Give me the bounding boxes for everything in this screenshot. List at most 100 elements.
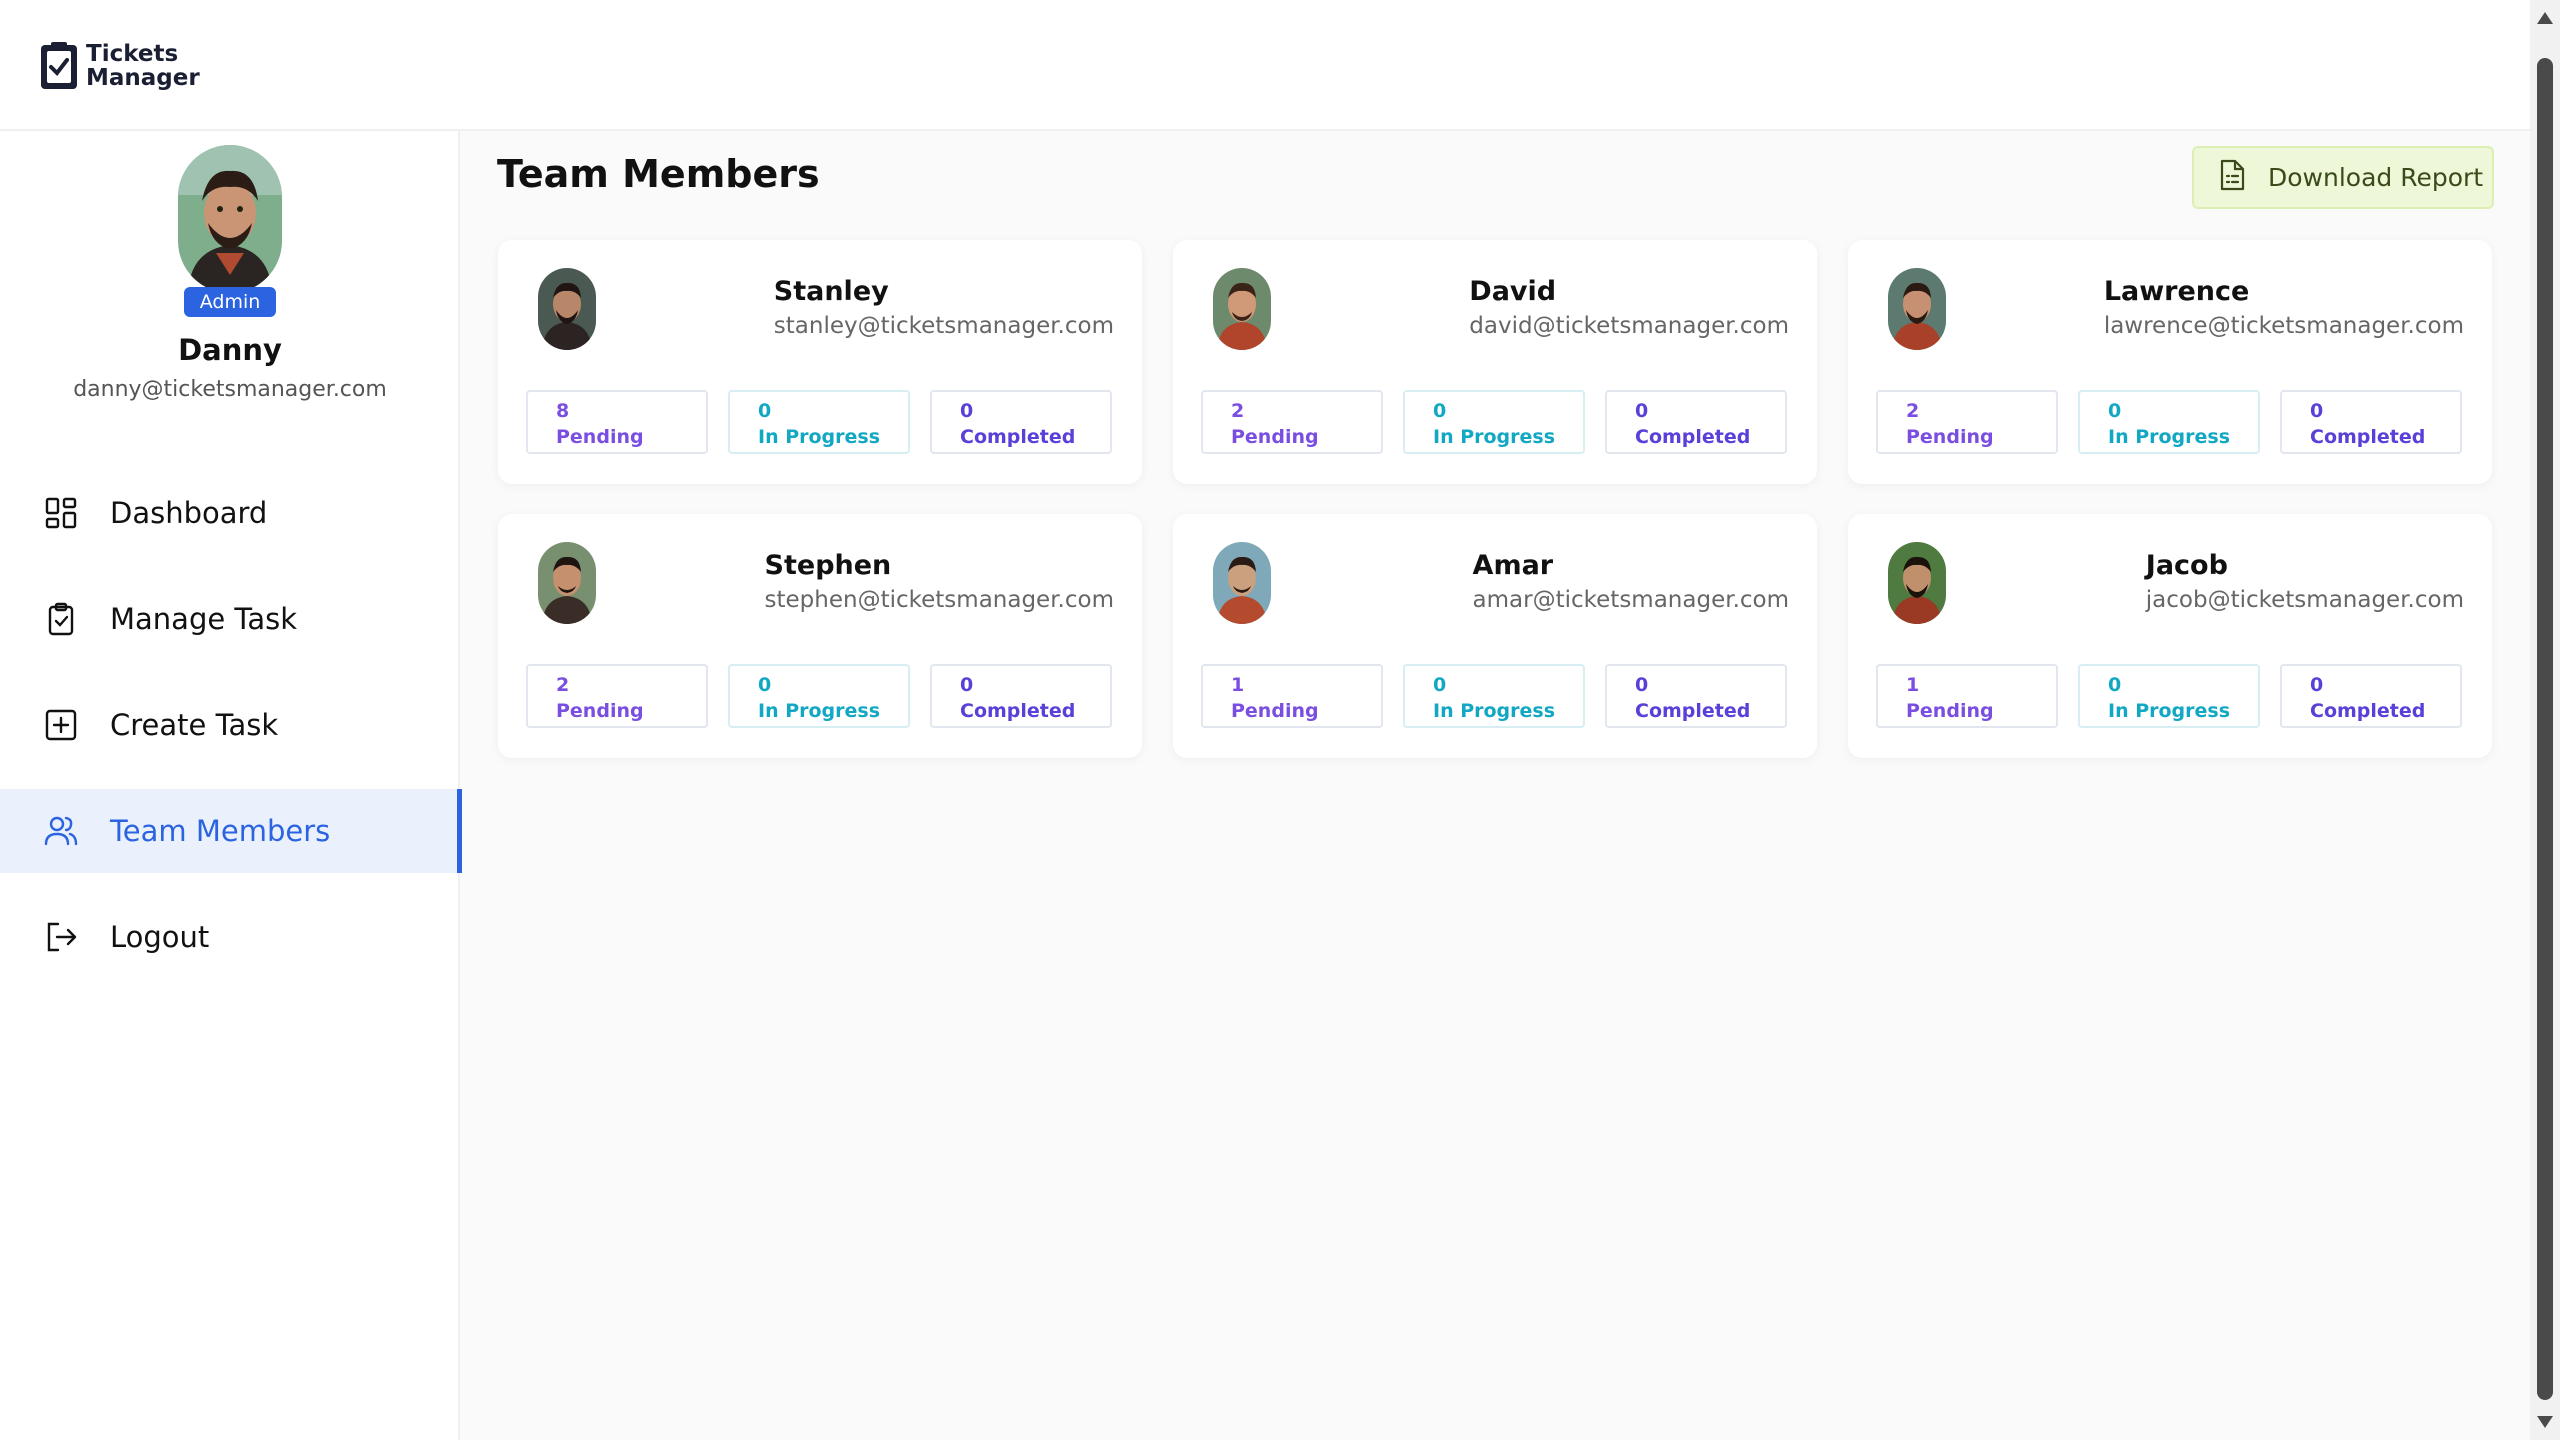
scroll-down-arrow-icon[interactable] (2537, 1416, 2553, 1428)
avatar (1213, 268, 1271, 350)
stat-completed: 0 Completed (2280, 390, 2462, 454)
member-email: david@ticketsmanager.com (1469, 313, 1789, 339)
download-report-button[interactable]: Download Report (2192, 146, 2494, 209)
member-email: lawrence@ticketsmanager.com (2103, 313, 2464, 339)
sidebar-item-label: Dashboard (110, 496, 268, 530)
sidebar-item-manage-task[interactable]: Manage Task (0, 577, 460, 661)
member-avatar-icon (1888, 542, 1946, 624)
member-card: Stanley stanley@ticketsmanager.com 8 Pend… (498, 240, 1142, 484)
member-info: Jacob jacob@ticketsmanager.com (2146, 550, 2464, 613)
stat-value: 8 (556, 400, 570, 422)
clipboard-check-icon (42, 600, 80, 638)
stat-label: Completed (960, 426, 1076, 448)
stat-label: In Progress (2108, 426, 2231, 448)
stat-value: 0 (2310, 674, 2324, 696)
stat-label: In Progress (1433, 426, 1556, 448)
stat-value: 0 (960, 400, 974, 422)
profile-section: Admin Danny danny@ticketsmanager.com (0, 145, 460, 402)
member-info: Amar amar@ticketsmanager.com (1473, 550, 1789, 613)
stat-value: 1 (1906, 674, 1920, 696)
logo-icon (41, 42, 77, 89)
member-stats: 8 Pending 0 In Progress 0 Completed (526, 390, 1112, 454)
avatar (538, 542, 596, 624)
stat-completed: 0 Completed (1605, 664, 1787, 728)
member-avatar-icon (538, 268, 596, 350)
sidebar-item-team-members[interactable]: Team Members (0, 789, 462, 873)
member-name: David (1469, 276, 1557, 307)
sidebar-nav: Dashboard Manage Task Create Task Team M… (0, 471, 462, 1001)
stat-in-progress: 0 In Progress (1403, 390, 1585, 454)
member-name: Stanley (773, 276, 889, 307)
sidebar-item-dashboard[interactable]: Dashboard (0, 471, 460, 555)
stat-pending: 8 Pending (526, 390, 708, 454)
stat-value: 0 (2310, 400, 2324, 422)
member-avatar-icon (1213, 268, 1271, 350)
member-avatar-icon (1213, 542, 1271, 624)
member-stats: 2 Pending 0 In Progress 0 Completed (1201, 390, 1787, 454)
stat-label: Pending (1906, 700, 1994, 722)
stat-value: 0 (960, 674, 974, 696)
app-title: Tickets Manager (86, 42, 200, 90)
stat-value: 0 (758, 674, 772, 696)
role-badge: Admin (183, 287, 277, 317)
member-info: Stanley stanley@ticketsmanager.com (774, 276, 1114, 339)
member-stats: 2 Pending 0 In Progress 0 Completed (526, 664, 1112, 728)
stat-label: Completed (960, 700, 1076, 722)
stat-value: 1 (1231, 674, 1245, 696)
stat-value: 0 (2108, 400, 2122, 422)
scroll-up-arrow-icon[interactable] (2537, 12, 2553, 24)
sidebar-item-logout[interactable]: Logout (0, 895, 460, 979)
avatar (1888, 542, 1946, 624)
stat-completed: 0 Completed (1605, 390, 1787, 454)
app-logo[interactable]: Tickets Manager (38, 40, 200, 92)
sidebar-item-label: Create Task (110, 708, 279, 742)
stat-label: Pending (1231, 700, 1319, 722)
dashboard-icon (42, 494, 80, 532)
member-avatar-icon (538, 542, 596, 624)
download-report-label: Download Report (2268, 163, 2484, 192)
stat-value: 2 (1906, 400, 1920, 422)
stat-in-progress: 0 In Progress (728, 664, 910, 728)
avatar (1213, 542, 1271, 624)
avatar (1888, 268, 1946, 350)
profile-email: danny@ticketsmanager.com (73, 377, 387, 402)
stat-in-progress: 0 In Progress (2078, 390, 2260, 454)
stat-label: Completed (1635, 426, 1751, 448)
stat-label: In Progress (1433, 700, 1556, 722)
stat-label: Completed (2310, 700, 2426, 722)
sidebar-item-label: Logout (110, 920, 210, 954)
top-bar: Tickets Manager (0, 0, 2530, 131)
app-title-line2: Manager (86, 65, 200, 91)
app-title-line1: Tickets (86, 41, 179, 67)
sidebar-item-label: Team Members (110, 814, 331, 848)
user-avatar-icon (178, 145, 282, 293)
logout-icon (42, 918, 80, 956)
page-scrollbar[interactable] (2530, 0, 2560, 1440)
member-card: Jacob jacob@ticketsmanager.com 1 Pending … (1848, 514, 2492, 758)
stat-label: Completed (2310, 426, 2426, 448)
member-email: stephen@ticketsmanager.com (764, 587, 1114, 613)
stat-label: In Progress (758, 426, 881, 448)
file-report-icon (2218, 159, 2246, 197)
stat-label: Completed (1635, 700, 1751, 722)
stat-value: 0 (758, 400, 772, 422)
stat-value: 0 (1433, 400, 1447, 422)
member-avatar-icon (1888, 268, 1946, 350)
stat-value: 0 (1433, 674, 1447, 696)
member-email: jacob@ticketsmanager.com (2145, 587, 2464, 613)
member-info: Stephen stephen@ticketsmanager.com (765, 550, 1114, 613)
plus-square-icon (42, 706, 80, 744)
scrollbar-thumb[interactable] (2537, 58, 2553, 1400)
member-name: Stephen (764, 550, 892, 581)
member-info: Lawrence lawrence@ticketsmanager.com (2104, 276, 2464, 339)
stat-label: In Progress (758, 700, 881, 722)
member-name: Amar (1472, 550, 1554, 581)
stat-value: 0 (2108, 674, 2122, 696)
stat-value: 0 (1635, 674, 1649, 696)
sidebar-item-create-task[interactable]: Create Task (0, 683, 460, 767)
member-stats: 2 Pending 0 In Progress 0 Completed (1876, 390, 2462, 454)
stat-label: Pending (1231, 426, 1319, 448)
member-name: Lawrence (2103, 276, 2250, 307)
stat-in-progress: 0 In Progress (728, 390, 910, 454)
avatar (538, 268, 596, 350)
